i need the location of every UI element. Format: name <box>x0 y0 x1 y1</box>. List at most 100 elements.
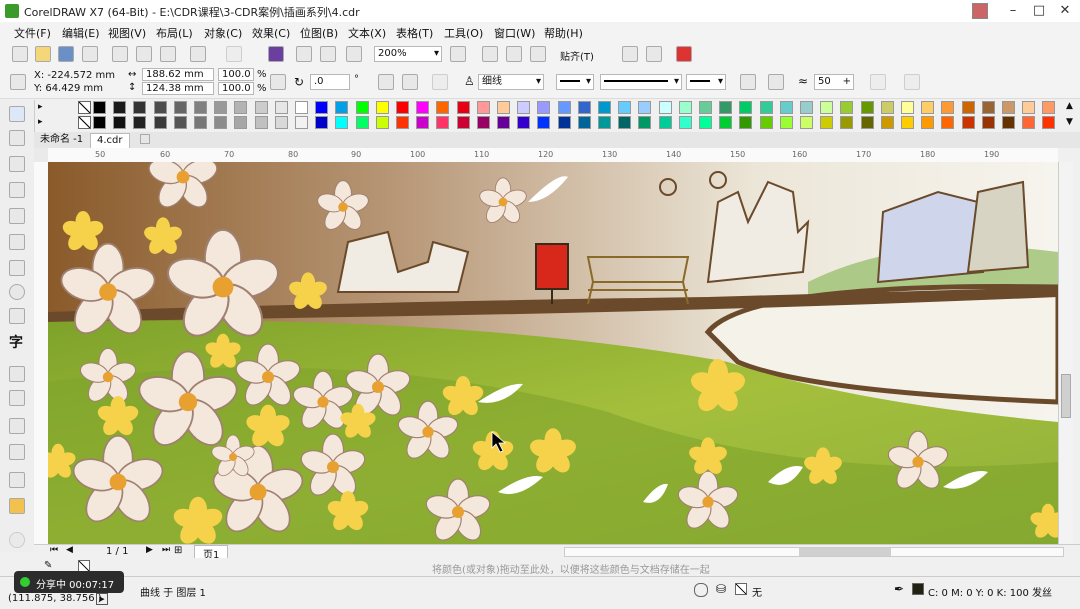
new-document-icon[interactable] <box>12 46 28 62</box>
zoom-tool-icon[interactable] <box>9 182 25 198</box>
application-launcher-icon[interactable] <box>676 46 692 62</box>
ellipse-tool-icon[interactable] <box>9 284 25 300</box>
show-rulers-icon[interactable] <box>482 46 498 62</box>
palette-swatch[interactable] <box>880 116 894 129</box>
zoom-level-select[interactable]: 200% ▾ <box>374 46 442 62</box>
first-page-icon[interactable]: ⏮ <box>50 545 58 555</box>
palette-swatch[interactable] <box>375 101 389 114</box>
vertical-scroll-thumb[interactable] <box>1061 374 1071 418</box>
scale-y-field[interactable]: 100.0 <box>218 82 254 95</box>
palette-swatch[interactable] <box>981 101 995 114</box>
palette-swatch[interactable] <box>315 116 329 129</box>
palette-swatch[interactable] <box>759 101 773 114</box>
copy-icon[interactable] <box>136 46 152 62</box>
palette-swatch[interactable] <box>1022 101 1036 114</box>
palette-swatch[interactable] <box>678 101 692 114</box>
pick-tool-icon[interactable] <box>9 106 25 122</box>
print-icon[interactable] <box>82 46 98 62</box>
shape-tool-icon[interactable] <box>9 130 25 146</box>
vertical-ruler[interactable] <box>34 162 49 544</box>
maximize-button[interactable]: □ <box>1028 2 1050 20</box>
horizontal-scrollbar[interactable] <box>564 547 1064 557</box>
palette-swatch[interactable] <box>739 116 753 129</box>
lock-ratio-icon[interactable] <box>270 74 286 90</box>
parallel-dimension-icon[interactable] <box>9 366 25 382</box>
palette-swatch[interactable] <box>173 116 187 129</box>
palette-swatch[interactable] <box>880 101 894 114</box>
palette-swatch[interactable] <box>436 116 450 129</box>
palette-swatch[interactable] <box>840 101 854 114</box>
palette-swatch[interactable] <box>779 101 793 114</box>
ruler-origin[interactable] <box>34 148 48 162</box>
prev-page-icon[interactable]: ◀ <box>66 545 73 555</box>
eyedropper-tool-icon[interactable] <box>9 472 25 488</box>
palette-swatch[interactable] <box>355 101 369 114</box>
open-folder-icon[interactable] <box>35 46 51 62</box>
palette-swatch[interactable] <box>941 116 955 129</box>
status-play-icon[interactable]: ▶ <box>96 593 108 605</box>
redo-icon[interactable] <box>226 46 242 62</box>
palette-swatch[interactable] <box>901 116 914 129</box>
close-curve-icon[interactable] <box>740 74 756 90</box>
crop-tool-icon[interactable] <box>9 156 25 172</box>
palette-swatch[interactable] <box>577 116 591 129</box>
palette-swatch[interactable] <box>113 101 127 114</box>
scale-x-field[interactable]: 100.0 <box>218 68 254 81</box>
dropper-icon[interactable]: ✎ <box>44 560 52 571</box>
palette-swatch[interactable] <box>961 116 975 129</box>
palette-swatch[interactable] <box>274 116 288 129</box>
show-guidelines-icon[interactable] <box>530 46 546 62</box>
palette-swatch[interactable] <box>739 101 753 114</box>
menu-tools[interactable]: 工具(O) <box>444 25 483 41</box>
palette-swatch[interactable] <box>921 101 935 114</box>
paste-icon[interactable] <box>160 46 176 62</box>
palette-swatch[interactable] <box>719 116 733 129</box>
quick-customize-icon[interactable] <box>904 74 920 90</box>
save-icon[interactable] <box>58 46 74 62</box>
welcome-screen-icon[interactable] <box>622 46 638 62</box>
no-fill-swatch-2[interactable] <box>78 116 91 129</box>
palette-swatch[interactable] <box>476 101 490 114</box>
last-page-icon[interactable]: ⏭ <box>162 545 170 555</box>
menu-bitmaps[interactable]: 位图(B) <box>300 25 338 41</box>
horizontal-ruler[interactable]: 50 60 70 80 90 100 110 120 130 140 150 1… <box>48 148 1058 163</box>
palette-swatch[interactable] <box>759 116 773 129</box>
rotation-angle-field[interactable]: .0 <box>310 74 350 90</box>
vertical-scrollbar[interactable] <box>1058 162 1073 544</box>
palette-arrow-icon-2[interactable]: ▸ <box>38 117 43 127</box>
outline-width-select[interactable]: 细线 ▾ <box>478 74 544 90</box>
palette-swatch[interactable] <box>638 101 652 114</box>
palette-swatch[interactable] <box>537 101 551 114</box>
palette-swatch[interactable] <box>719 101 733 114</box>
tab-4cdr[interactable]: 4.cdr <box>90 133 130 148</box>
rectangle-tool-icon[interactable] <box>9 260 25 276</box>
palette-swatch[interactable] <box>375 116 389 129</box>
palette-swatch[interactable] <box>840 116 854 129</box>
menu-help[interactable]: 帮助(H) <box>544 25 583 41</box>
palette-swatch[interactable] <box>436 101 450 114</box>
transparency-tool-icon[interactable] <box>9 444 25 460</box>
freehand-tool-icon[interactable] <box>9 208 25 224</box>
drawing-canvas[interactable] <box>48 162 1058 544</box>
publish-pdf-icon[interactable] <box>346 46 362 62</box>
menu-effects[interactable]: 效果(C) <box>252 25 290 41</box>
export-icon[interactable] <box>320 46 336 62</box>
palette-swatch[interactable] <box>598 101 611 114</box>
menu-edit[interactable]: 编辑(E) <box>62 25 100 41</box>
interactive-fill-icon[interactable] <box>9 498 25 514</box>
add-page-icon[interactable]: ⊞ <box>174 545 182 556</box>
curve-smoothing-field[interactable]: 50 + <box>814 74 854 90</box>
height-field[interactable]: 124.38 mm <box>142 82 214 95</box>
palette-swatch[interactable] <box>416 101 430 114</box>
menu-view[interactable]: 视图(V) <box>108 25 146 41</box>
palette-swatch[interactable] <box>658 101 672 114</box>
menu-table[interactable]: 表格(T) <box>396 25 433 41</box>
palette-swatch[interactable] <box>860 101 874 114</box>
palette-swatch[interactable] <box>497 101 510 114</box>
palette-swatch[interactable] <box>133 116 147 129</box>
palette-swatch[interactable] <box>901 101 914 114</box>
y-position[interactable]: Y: 64.429 mm <box>34 83 103 94</box>
palette-swatch[interactable] <box>618 116 632 129</box>
palette-swatch[interactable] <box>355 116 369 129</box>
palette-swatch[interactable] <box>396 101 409 114</box>
